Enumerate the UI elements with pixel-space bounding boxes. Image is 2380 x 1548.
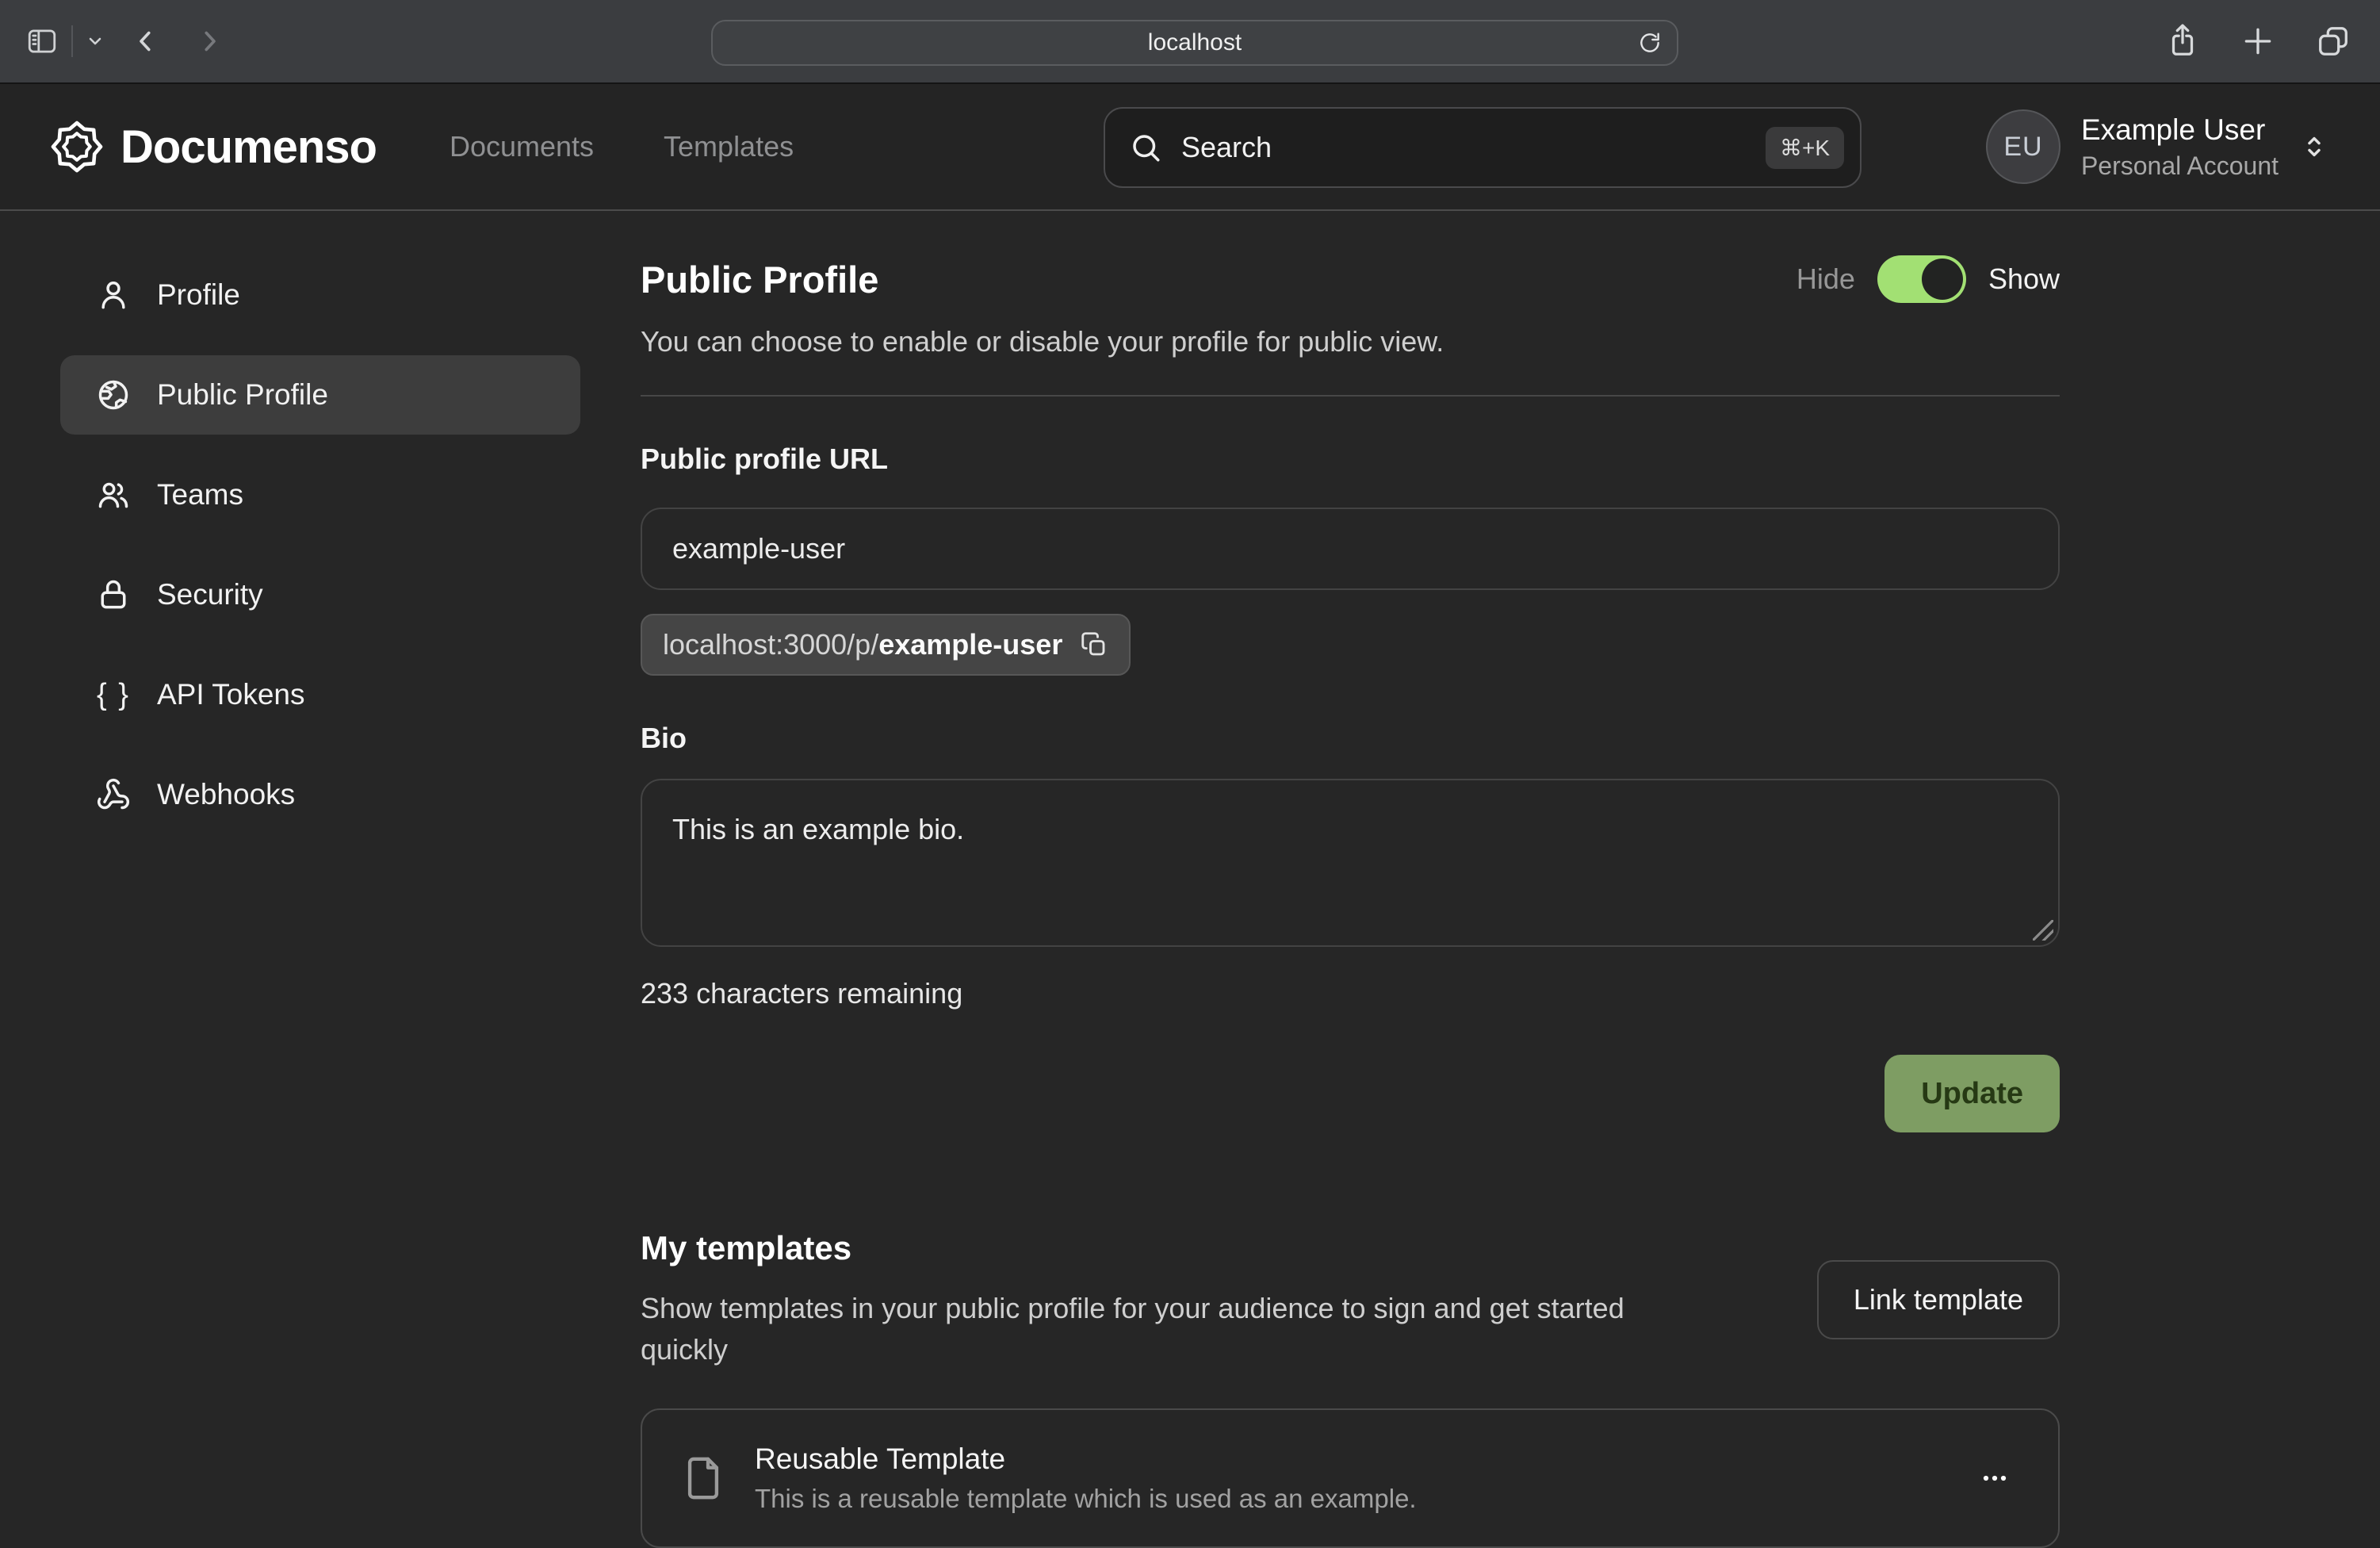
browser-toolbar: localhost (0, 0, 2380, 84)
nav-documents[interactable]: Documents (450, 130, 594, 163)
sidebar-item-label: Teams (157, 478, 243, 512)
user-account-type: Personal Account (2081, 151, 2279, 181)
browser-right-controls (2164, 23, 2351, 59)
textarea-resize-handle[interactable] (2033, 920, 2053, 941)
toggle-hide-label: Hide (1796, 262, 1855, 296)
user-name: Example User (2081, 113, 2279, 148)
template-row: Reusable Template This is a reusable tem… (641, 1408, 2060, 1548)
public-profile-url-input[interactable] (641, 508, 2060, 590)
documenso-logo-icon (51, 121, 103, 173)
visibility-toggle-group: Hide Show (1796, 255, 2060, 303)
my-templates-title: My templates (641, 1229, 1687, 1267)
reload-icon[interactable] (1637, 30, 1663, 56)
profile-visibility-toggle[interactable] (1877, 255, 1966, 303)
page-title: Public Profile (641, 258, 878, 301)
nav-templates[interactable]: Templates (664, 130, 794, 163)
chevrons-up-down-icon (2299, 132, 2329, 162)
back-button[interactable] (132, 27, 160, 56)
top-nav: Documents Templates (450, 130, 794, 163)
globe-icon (95, 377, 132, 412)
sidebar-item-label: Security (157, 578, 263, 611)
sidebar-item-label: Profile (157, 278, 240, 312)
share-icon[interactable] (2164, 23, 2201, 59)
profile-url-prefix: localhost:3000/p/ (663, 628, 878, 661)
search-placeholder: Search (1181, 131, 1272, 164)
new-tab-icon[interactable] (2240, 24, 2275, 59)
user-meta: Example User Personal Account (2081, 113, 2279, 182)
bio-textarea[interactable]: This is an example bio. (641, 779, 2060, 947)
braces-icon: { } (95, 678, 132, 712)
lock-icon (95, 577, 132, 612)
template-description: This is a reusable template which is use… (755, 1484, 1417, 1514)
link-template-button[interactable]: Link template (1817, 1260, 2060, 1339)
avatar: EU (1986, 109, 2060, 184)
search-shortcut-badge: ⌘+K (1766, 127, 1844, 169)
browser-sidebar-icon[interactable] (24, 25, 60, 58)
profile-url-slug: example-user (878, 628, 1062, 661)
sidebar-item-profile[interactable]: Profile (60, 255, 580, 335)
tab-overview-icon[interactable] (2315, 23, 2351, 59)
toggle-knob (1922, 259, 1963, 300)
sidebar-item-webhooks[interactable]: Webhooks (60, 755, 580, 834)
search-input[interactable]: Search ⌘+K (1104, 107, 1862, 188)
sidebar-item-label: Webhooks (157, 778, 295, 811)
characters-remaining: 233 characters remaining (641, 977, 2060, 1010)
toggle-show-label: Show (1988, 262, 2060, 296)
my-templates-description: Show templates in your public profile fo… (641, 1288, 1687, 1370)
brand-name: Documenso (121, 121, 377, 174)
file-icon (680, 1455, 726, 1501)
webhook-icon (95, 777, 132, 812)
sidebar-item-label: API Tokens (157, 678, 304, 711)
brand[interactable]: Documenso (51, 121, 377, 174)
templates-header-text: My templates Show templates in your publ… (641, 1229, 1687, 1370)
url-field-label: Public profile URL (641, 443, 2060, 476)
sidebar-item-public-profile[interactable]: Public Profile (60, 355, 580, 435)
template-name: Reusable Template (755, 1443, 1417, 1476)
settings-layout: Profile Public Profile (0, 211, 2380, 1548)
update-button[interactable]: Update (1884, 1055, 2060, 1132)
page-description: You can choose to enable or disable your… (641, 325, 2060, 358)
address-bar-url: localhost (1148, 29, 1242, 56)
template-actions-menu[interactable] (1969, 1453, 2020, 1504)
users-icon (95, 477, 132, 512)
profile-url-preview[interactable]: localhost:3000/p/example-user (641, 614, 1131, 676)
address-bar[interactable]: localhost (711, 20, 1678, 66)
sidebar-item-api-tokens[interactable]: { } API Tokens (60, 655, 580, 734)
account-menu[interactable]: EU Example User Personal Account (1986, 109, 2329, 184)
template-info: Reusable Template This is a reusable tem… (755, 1443, 1417, 1514)
public-profile-settings: Public Profile Hide Show You can choose … (641, 255, 2060, 1548)
bio-field-label: Bio (641, 722, 2060, 755)
profile-url-text: localhost:3000/p/example-user (663, 628, 1062, 661)
sidebar-item-teams[interactable]: Teams (60, 455, 580, 535)
copy-icon[interactable] (1080, 630, 1108, 659)
browser-left-controls (24, 25, 224, 58)
toolbar-divider (71, 25, 73, 57)
search-icon (1129, 131, 1162, 164)
section-divider (641, 395, 2060, 397)
app-header: Documenso Documents Templates Search ⌘+K… (0, 84, 2380, 211)
sidebar-item-label: Public Profile (157, 378, 328, 412)
forward-button[interactable] (195, 27, 224, 56)
settings-sidebar: Profile Public Profile (0, 255, 596, 1548)
sidebar-item-security[interactable]: Security (60, 555, 580, 634)
sidebar-chevron-down-icon[interactable] (86, 32, 105, 51)
app-window: localhost (0, 0, 2380, 1499)
user-icon (95, 278, 132, 312)
